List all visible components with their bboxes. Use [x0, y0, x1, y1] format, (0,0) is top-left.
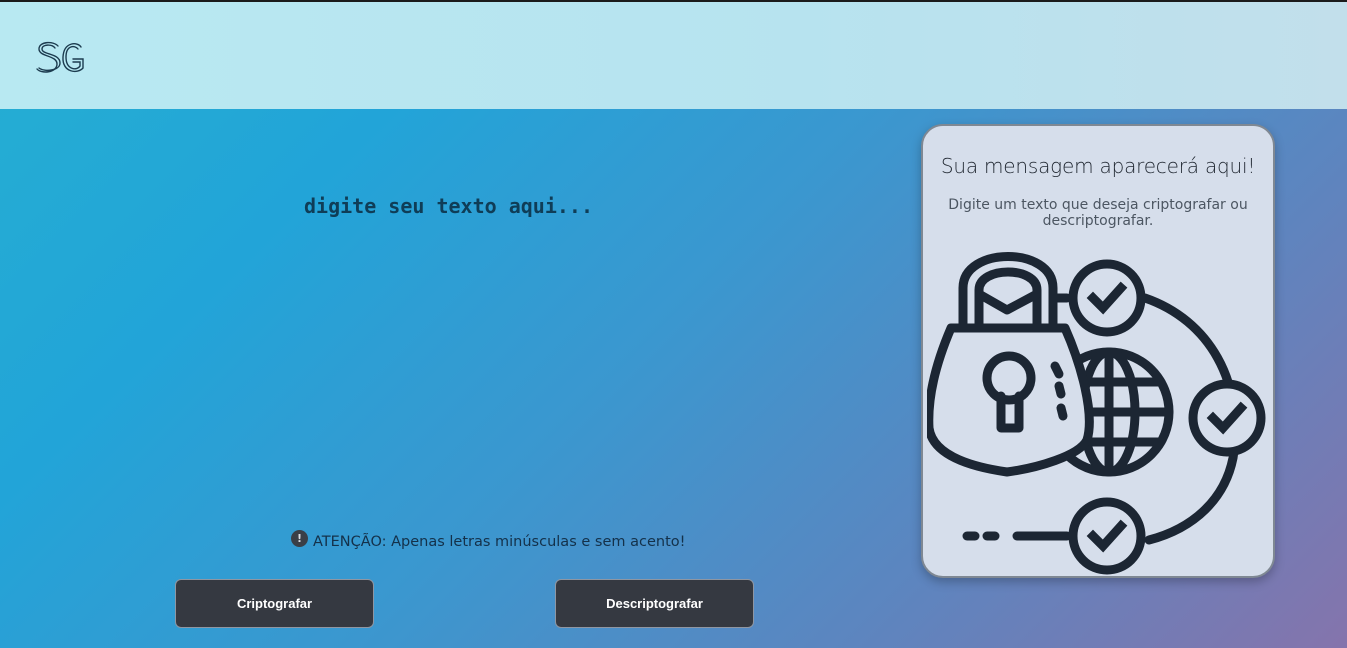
result-subtitle: Digite um texto que deseja criptografar … [948, 197, 1248, 229]
exclamation-circle-icon: ! [291, 530, 308, 547]
notice-text: ATENÇÃO: Apenas letras minúsculas e sem … [313, 533, 686, 550]
message-input[interactable] [300, 190, 840, 490]
decrypt-button[interactable]: Descriptografar [555, 579, 754, 628]
logo[interactable] [36, 40, 86, 76]
header [0, 2, 1347, 109]
result-panel: Sua mensagem aparecerá aqui! Digite um t… [921, 124, 1275, 578]
padlock-globe-illustration-icon [927, 252, 1266, 575]
notice: ! ATENÇÃO: Apenas letras minúsculas e se… [291, 530, 686, 550]
encrypt-button[interactable]: Criptografar [175, 579, 374, 628]
sg-logo-icon [36, 41, 84, 73]
result-title: Sua mensagem aparecerá aqui! [940, 154, 1256, 178]
